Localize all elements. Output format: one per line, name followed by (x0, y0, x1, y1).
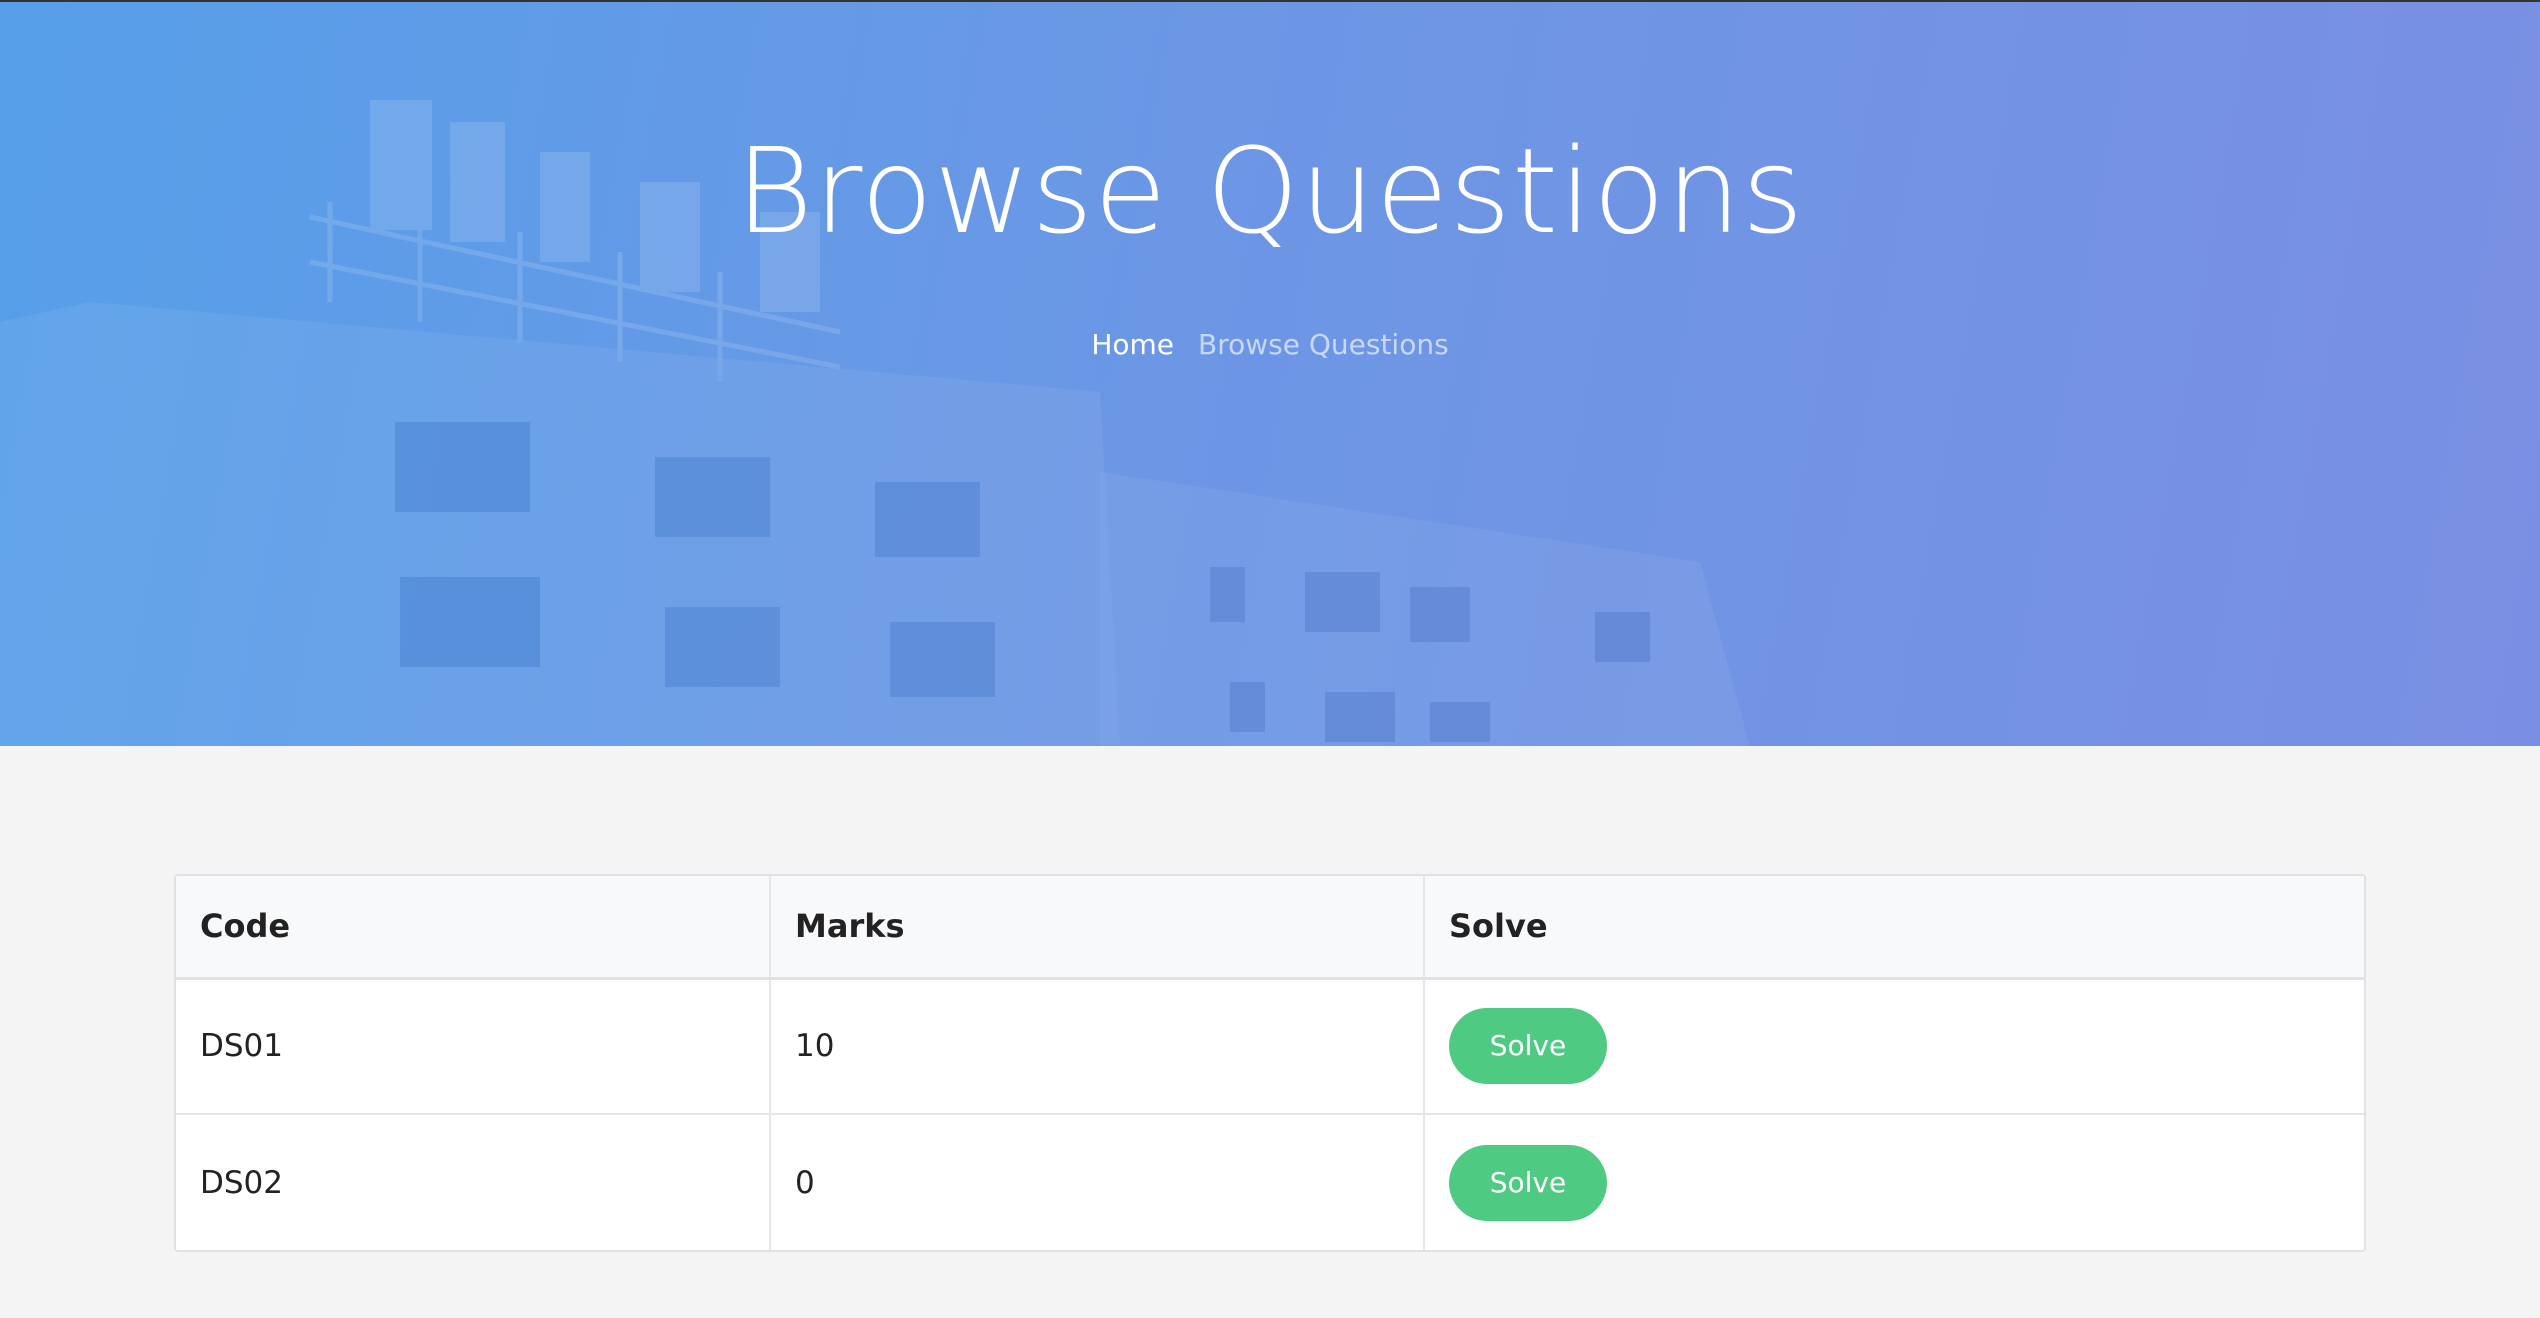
table-row: DS02 0 Solve (176, 1114, 2364, 1250)
solve-button[interactable]: Solve (1449, 1008, 1607, 1085)
solve-button[interactable]: Solve (1449, 1144, 1607, 1221)
table-header: Code Marks Solve (176, 876, 2364, 978)
breadcrumb-home-link[interactable]: Home (1091, 328, 1174, 361)
column-header-marks: Marks (769, 876, 1424, 978)
column-header-solve: Solve (1423, 876, 2364, 978)
table-body: DS01 10 Solve DS02 0 Solve (176, 978, 2364, 1250)
question-code-cell: DS02 (200, 1164, 283, 1201)
questions-table: Code Marks Solve DS01 10 Solve DS02 0 So… (176, 876, 2364, 1250)
questions-table-container: Code Marks Solve DS01 10 Solve DS02 0 So… (174, 874, 2366, 1252)
breadcrumb-current: Browse Questions (1198, 328, 1449, 361)
building-background-image (0, 100, 1750, 746)
table-header-row: Code Marks Solve (176, 876, 2364, 978)
column-header-code: Code (200, 907, 291, 946)
question-marks-cell: 0 (769, 1114, 1424, 1250)
table-row: DS01 10 Solve (176, 978, 2364, 1114)
breadcrumb: Home Browse Questions (0, 328, 2540, 361)
solve-cell: Solve (1423, 1114, 2364, 1250)
question-marks-cell: 10 (769, 978, 1424, 1114)
solve-cell: Solve (1423, 978, 2364, 1114)
page-title: Browse Questions (735, 122, 1805, 260)
question-code-cell: DS01 (200, 1028, 283, 1065)
page-hero: Browse Questions Home Browse Questions (0, 2, 2540, 746)
